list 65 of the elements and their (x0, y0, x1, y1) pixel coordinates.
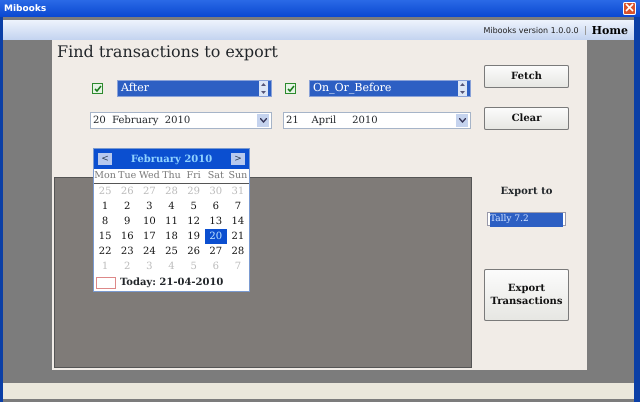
calendar-day[interactable]: 8 (94, 214, 116, 230)
weekday-label: Thu (160, 169, 183, 184)
calendar-day[interactable]: 7 (226, 199, 249, 214)
calendar-day[interactable]: 17 (138, 229, 160, 244)
calendar-day[interactable]: 28 (226, 244, 249, 260)
dropdown-icon (257, 114, 269, 127)
window-title: Mibooks (4, 4, 46, 14)
calendar-day[interactable]: 5 (182, 199, 205, 214)
today-marker (96, 276, 116, 289)
calendar-day[interactable]: 13 (204, 214, 227, 230)
calendar-day[interactable]: 23 (116, 244, 138, 260)
calendar-day[interactable]: 4 (160, 199, 183, 214)
fetch-button[interactable]: Fetch (484, 65, 569, 88)
dropdown-icon (456, 114, 468, 127)
export-transactions-button[interactable]: Export Transactions (484, 269, 569, 321)
weekday-label: Sun (226, 169, 249, 184)
today-link[interactable]: Today: 21-04-2010 (120, 275, 224, 290)
clear-button[interactable]: Clear (484, 107, 569, 130)
calendar-day[interactable]: 11 (160, 214, 183, 230)
calendar-day[interactable]: 18 (160, 229, 183, 244)
weekday-label: Tue (116, 169, 138, 184)
calendar-day[interactable]: 19 (182, 229, 205, 244)
calendar-day[interactable]: 16 (116, 229, 138, 244)
calendar-day[interactable]: 27 (204, 244, 227, 260)
home-button[interactable]: Home (586, 24, 634, 36)
date-field[interactable]: 21 April 2010 (283, 112, 471, 129)
calendar-day[interactable]: 15 (94, 229, 116, 244)
mode-select-value: After (121, 80, 150, 96)
calendar-day[interactable]: 22 (94, 244, 116, 260)
weekday-label: Sat (204, 169, 227, 184)
close-icon (625, 3, 634, 12)
calendar-day[interactable]: 6 (204, 199, 227, 214)
checkbox[interactable] (285, 83, 296, 94)
checkbox[interactable] (92, 83, 103, 94)
mode-select[interactable]: After (117, 80, 272, 97)
calendar-day[interactable]: 21 (226, 229, 249, 244)
date-field-value: 20 February 2010 (93, 114, 190, 128)
calendar-month: February 2010 (130, 152, 212, 166)
date-field-value: 21 April 2010 (286, 114, 378, 128)
calendar-day[interactable]: 1 (94, 199, 116, 214)
calendar-day[interactable]: 9 (116, 214, 138, 230)
calendar-day[interactable]: 25 (160, 244, 183, 260)
calendar-day[interactable]: 24 (138, 244, 160, 260)
weekday-label: Mon (94, 169, 116, 184)
spinner-icon (458, 81, 467, 96)
mode-select-value: On_Or_Before (313, 80, 392, 96)
export-target-list[interactable]: Tally 7.2 (487, 212, 566, 226)
calendar-day[interactable]: 12 (182, 214, 205, 230)
calendar-day[interactable]: 26 (182, 244, 205, 260)
calendar-day[interactable]: 20 (204, 229, 227, 244)
calendar-day[interactable]: 10 (138, 214, 160, 230)
weekday-label: Fri (182, 169, 205, 184)
close-button[interactable] (623, 2, 636, 15)
next-month-button[interactable]: > (230, 153, 245, 165)
version-label: Mibooks version 1.0.0.0 (483, 26, 586, 34)
calendar-day[interactable]: 14 (226, 214, 249, 230)
export-label: Export to (500, 185, 552, 199)
date-field[interactable]: 20 February 2010 (90, 112, 272, 129)
previous-month-button[interactable]: < (98, 153, 112, 165)
page-heading: Find transactions to export (57, 42, 279, 61)
weekday-label: Wed (138, 169, 160, 184)
spinner-icon (259, 81, 268, 96)
calendar-day[interactable]: 2 (116, 199, 138, 214)
calendar-day[interactable]: 3 (138, 199, 160, 214)
mode-select[interactable]: On_Or_Before (309, 80, 471, 97)
